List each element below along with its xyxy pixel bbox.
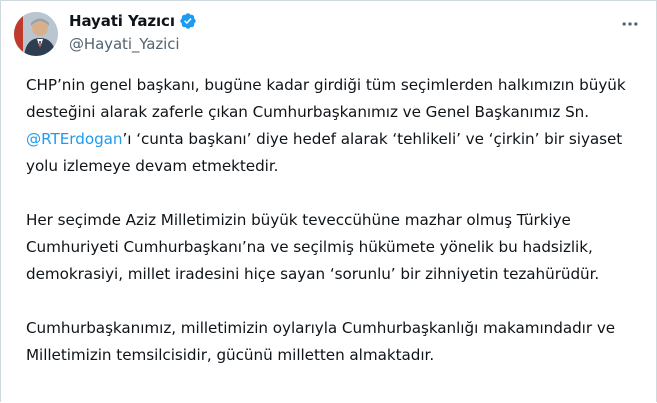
avatar[interactable] [14,12,58,56]
author-display-name[interactable]: Hayati Yazıcı [69,12,175,30]
tweet-paragraph-1: CHP’nin genel başkanı, bugüne kadar gird… [26,72,646,180]
more-horizontal-icon [622,22,638,26]
tweet-paragraph-1-before: CHP’nin genel başkanı, bugüne kadar gird… [26,76,626,121]
tweet-paragraph-2: Her seçimde Aziz Milletimizin büyük teve… [26,211,600,283]
tweet-card: Hayati Yazıcı @Hayati_Yazici CHP’nin gen… [0,0,657,402]
author-handle[interactable]: @Hayati_Yazici [69,35,180,53]
author-name-row: Hayati Yazıcı [69,12,197,30]
verified-badge-icon [179,12,197,30]
mention-link[interactable]: @RTErdogan [26,130,123,148]
tweet-paragraph-3: Cumhurbaşkanımız, milletimizin oylarıyla… [26,319,616,364]
more-options-button[interactable] [618,12,642,36]
avatar-image [14,12,58,56]
tweet-text: CHP’nin genel başkanı, bugüne kadar gird… [26,72,646,396]
